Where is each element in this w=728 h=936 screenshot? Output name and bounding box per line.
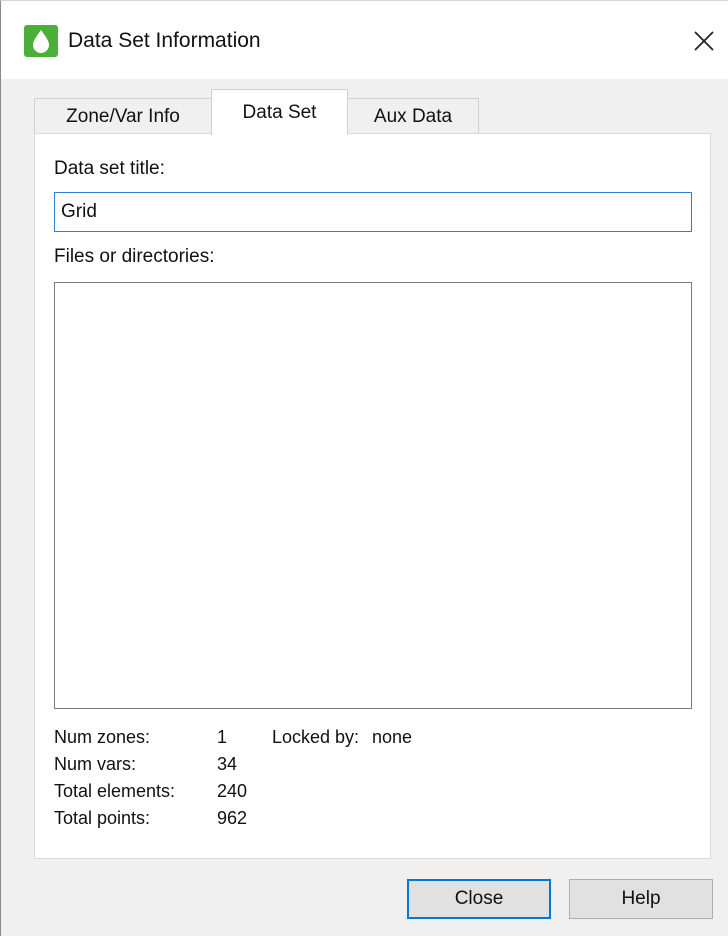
title-bar: Data Set Information [1, 1, 728, 79]
num-zones-value: 1 [217, 727, 228, 747]
files-label: Files or directories: [54, 246, 215, 267]
files-list[interactable] [54, 282, 692, 709]
data-set-title-label: Data set title: [54, 158, 165, 179]
tab-zone-var-info[interactable]: Zone/Var Info [34, 98, 212, 134]
help-button[interactable]: Help [569, 879, 713, 919]
window-title: Data Set Information [68, 29, 261, 52]
close-icon[interactable] [686, 23, 722, 59]
tab-label: Aux Data [373, 105, 453, 127]
locked-by-value: none [372, 727, 413, 747]
dialog-window: Data Set Information Zone/Var Info Data … [0, 0, 728, 936]
total-elements-value: 240 [217, 781, 248, 801]
data-set-panel: Data set title: Files or directories: Nu… [34, 133, 711, 859]
locked-by-label: Locked by: [272, 727, 360, 747]
data-set-title-input[interactable] [54, 192, 692, 232]
tab-data-set[interactable]: Data Set [211, 89, 348, 135]
droplet-icon [24, 25, 58, 57]
tab-label: Zone/Var Info [66, 105, 180, 127]
total-points-value: 962 [217, 808, 248, 828]
tab-aux-data[interactable]: Aux Data [347, 98, 479, 134]
total-elements-label: Total elements: [54, 781, 176, 801]
num-zones-label: Num zones: [54, 727, 151, 747]
tab-label: Data Set [242, 101, 317, 123]
num-vars-value: 34 [217, 754, 238, 774]
total-points-label: Total points: [54, 808, 151, 828]
close-button[interactable]: Close [407, 879, 551, 919]
num-vars-label: Num vars: [54, 754, 137, 774]
